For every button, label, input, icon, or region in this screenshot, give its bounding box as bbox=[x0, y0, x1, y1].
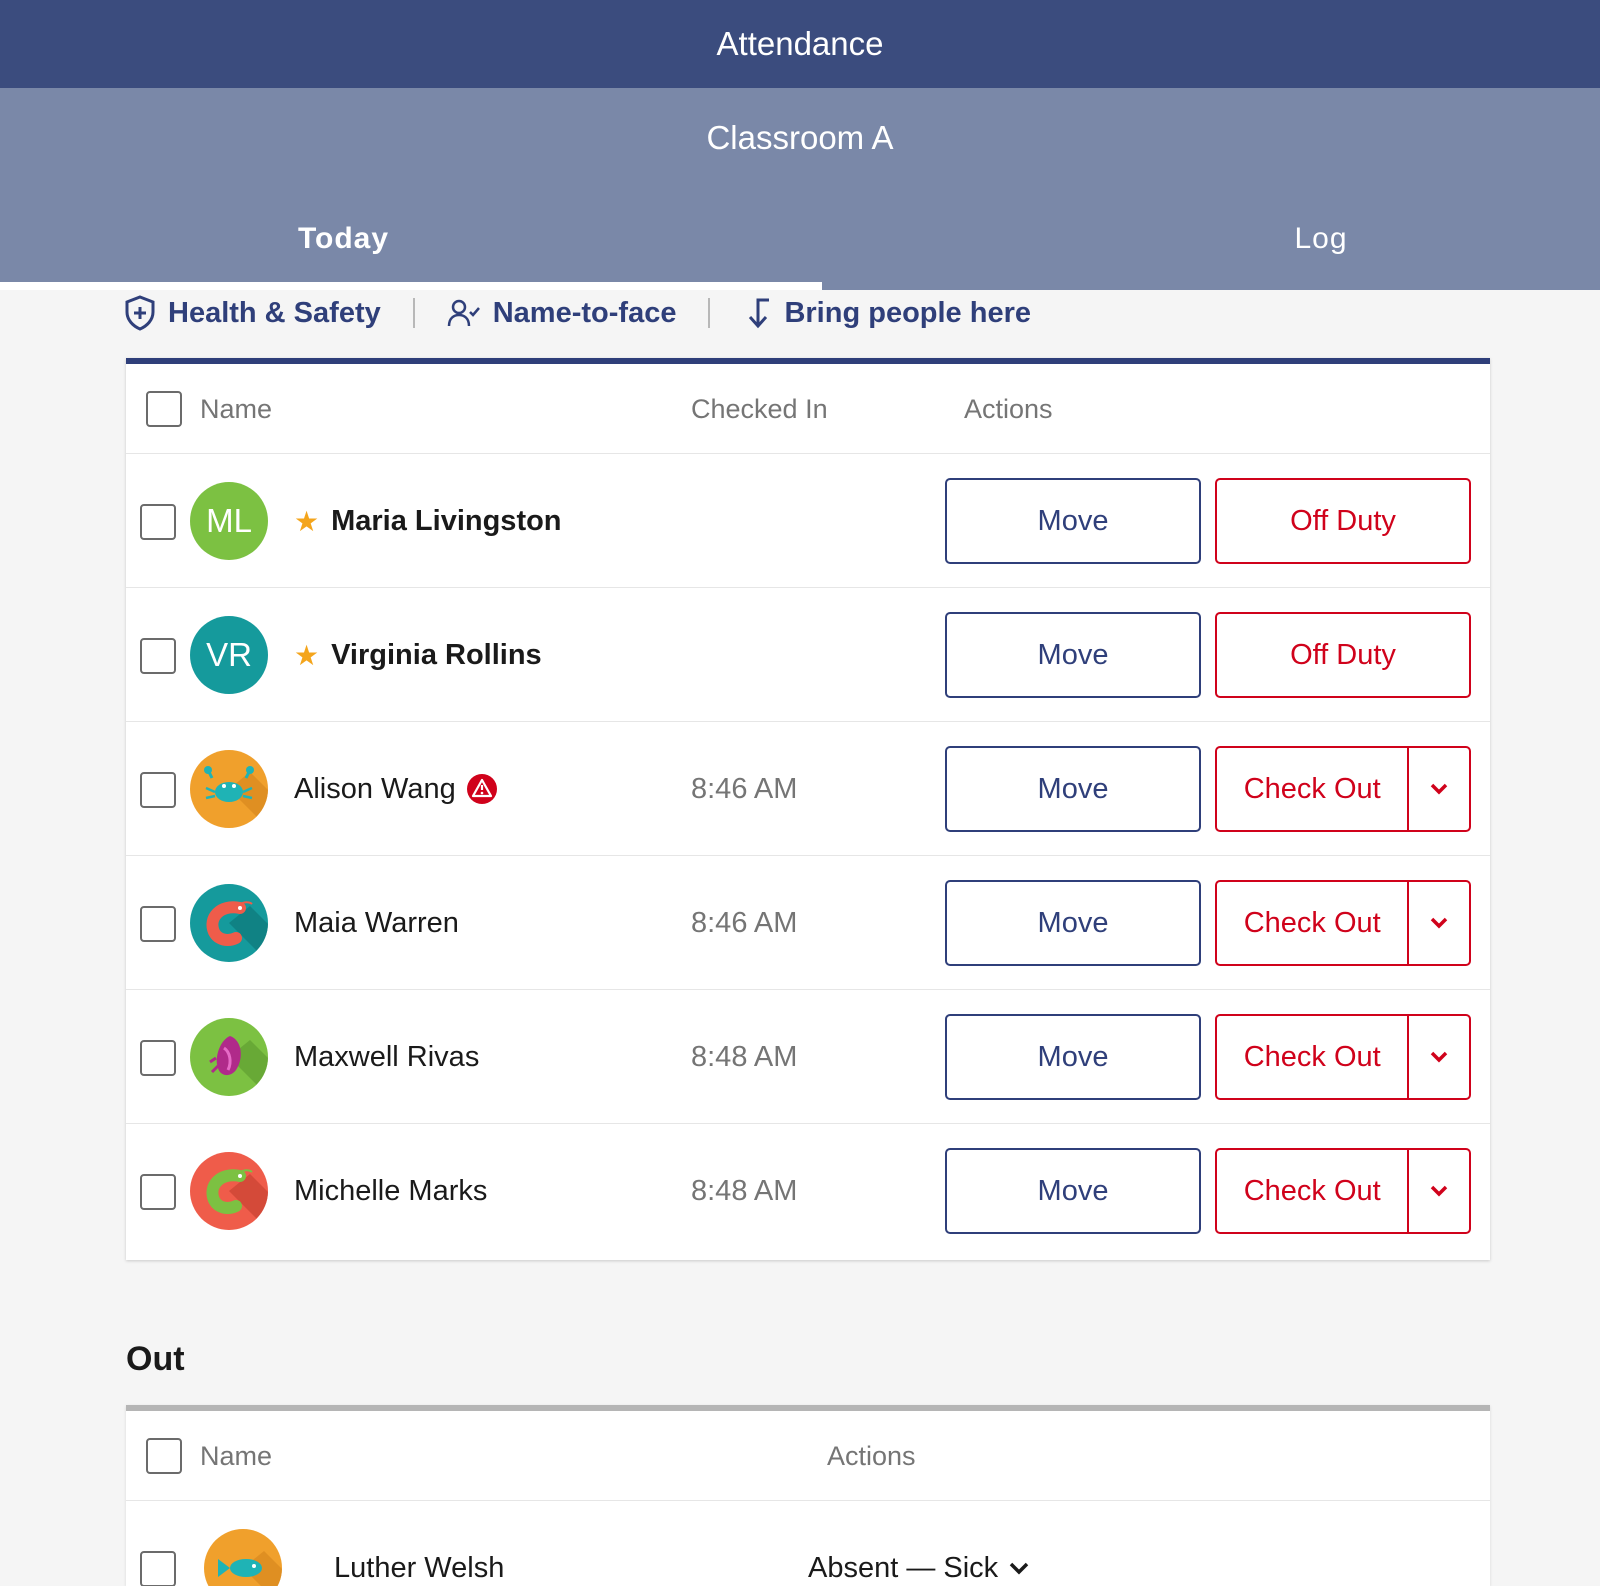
actions-column-header: Actions bbox=[964, 393, 1053, 424]
star-icon: ★ bbox=[294, 639, 320, 671]
table-header: Name Checked In Actions bbox=[126, 364, 1490, 454]
actions-column-header: Actions bbox=[827, 1440, 916, 1471]
chevron-down-icon[interactable] bbox=[1008, 1561, 1030, 1575]
select-all-checkbox[interactable] bbox=[146, 1438, 182, 1474]
name-to-face-link[interactable]: Name-to-face bbox=[447, 297, 676, 330]
name-column-header: Name bbox=[200, 1440, 273, 1471]
table-row: Maia Warren 8:46 AM Move Check Out bbox=[126, 856, 1490, 990]
person-check-icon bbox=[447, 299, 480, 327]
chevron-down-icon[interactable] bbox=[1407, 1150, 1469, 1232]
avatar bbox=[190, 1152, 268, 1230]
off-duty-button[interactable]: Off Duty bbox=[1215, 478, 1471, 564]
app-header: Attendance bbox=[0, 0, 1600, 88]
out-table: Name Actions Luther Welsh Absent — Sick bbox=[126, 1405, 1490, 1586]
move-button[interactable]: Move bbox=[945, 478, 1201, 564]
room-title: Classroom A bbox=[706, 119, 894, 156]
row-checkbox[interactable] bbox=[140, 1551, 176, 1586]
person-name: Maxwell Rivas bbox=[294, 1040, 480, 1073]
tab-log[interactable]: Log bbox=[822, 188, 1600, 290]
check-out-button[interactable]: Check Out bbox=[1215, 880, 1471, 966]
fish-icon bbox=[218, 1551, 282, 1586]
table-row: ML ★ Maria Livingston Move Off Duty bbox=[126, 454, 1490, 588]
name-column-header: Name bbox=[200, 393, 273, 424]
row-checkbox[interactable] bbox=[140, 906, 176, 942]
move-button[interactable]: Move bbox=[945, 746, 1201, 832]
row-checkbox[interactable] bbox=[140, 504, 176, 540]
person-name: Michelle Marks bbox=[294, 1174, 488, 1207]
warning-icon[interactable] bbox=[466, 773, 498, 805]
avatar: VR bbox=[190, 616, 268, 694]
table-row: Michelle Marks 8:48 AM Move Check Out bbox=[126, 1124, 1490, 1258]
person-name: Maia Warren bbox=[294, 906, 459, 939]
check-out-button[interactable]: Check Out bbox=[1215, 1148, 1471, 1234]
check-out-button[interactable]: Check Out bbox=[1215, 1014, 1471, 1100]
active-tab-indicator bbox=[0, 282, 822, 290]
move-button[interactable]: Move bbox=[945, 1148, 1201, 1234]
row-checkbox[interactable] bbox=[140, 772, 176, 808]
table-header: Name Actions bbox=[126, 1411, 1490, 1501]
person-name: Alison Wang bbox=[294, 722, 498, 856]
select-all-checkbox[interactable] bbox=[146, 391, 182, 427]
room-header: Classroom A Today Log bbox=[0, 88, 1600, 290]
tab-today[interactable]: Today bbox=[0, 188, 822, 290]
star-icon: ★ bbox=[294, 505, 320, 537]
chevron-down-icon[interactable] bbox=[1407, 882, 1469, 964]
avatar: ML bbox=[190, 482, 268, 560]
shield-plus-icon bbox=[125, 295, 155, 331]
move-button[interactable]: Move bbox=[945, 880, 1201, 966]
out-section-title: Out bbox=[126, 1340, 185, 1378]
table-row: Luther Welsh Absent — Sick bbox=[126, 1501, 1490, 1586]
person-name: ★ Virginia Rollins bbox=[294, 638, 542, 671]
move-button[interactable]: Move bbox=[945, 1014, 1201, 1100]
checked-in-time: 8:48 AM bbox=[691, 1040, 798, 1073]
avatar bbox=[190, 750, 268, 828]
shrimp-icon bbox=[206, 1169, 268, 1230]
avatar bbox=[204, 1529, 282, 1586]
shell-icon bbox=[209, 1036, 268, 1096]
row-checkbox[interactable] bbox=[140, 1174, 176, 1210]
row-checkbox[interactable] bbox=[140, 638, 176, 674]
checked-in-time: 8:48 AM bbox=[691, 1174, 798, 1207]
table-row: VR ★ Virginia Rollins Move Off Duty bbox=[126, 588, 1490, 722]
crab-icon bbox=[204, 766, 268, 828]
row-checkbox[interactable] bbox=[140, 1040, 176, 1076]
avatar bbox=[190, 1018, 268, 1096]
checked-in-table: Name Checked In Actions ML ★ Maria Livin… bbox=[126, 358, 1490, 1260]
health-safety-link[interactable]: Health & Safety bbox=[124, 295, 381, 331]
app-title: Attendance bbox=[716, 25, 884, 62]
absence-status-dropdown[interactable]: Absent — Sick bbox=[808, 1501, 1030, 1586]
off-duty-button[interactable]: Off Duty bbox=[1215, 612, 1471, 698]
quick-links: Health & Safety Name-to-face Bring peopl… bbox=[124, 292, 1031, 334]
person-name: ★ Maria Livingston bbox=[294, 504, 562, 537]
person-name: Luther Welsh bbox=[334, 1551, 505, 1584]
check-out-button[interactable]: Check Out bbox=[1215, 746, 1471, 832]
chevron-down-icon[interactable] bbox=[1407, 748, 1469, 830]
divider bbox=[708, 298, 711, 328]
shrimp-icon bbox=[206, 901, 268, 962]
table-row: Maxwell Rivas 8:48 AM Move Check Out bbox=[126, 990, 1490, 1124]
arrow-down-turn-icon bbox=[749, 298, 770, 329]
divider bbox=[412, 298, 415, 328]
avatar bbox=[190, 884, 268, 962]
checked-in-column-header: Checked In bbox=[691, 393, 828, 424]
move-button[interactable]: Move bbox=[945, 612, 1201, 698]
chevron-down-icon[interactable] bbox=[1407, 1016, 1469, 1098]
table-row: Alison Wang 8:46 AM Move Check Out bbox=[126, 722, 1490, 856]
checked-in-time: 8:46 AM bbox=[691, 772, 798, 805]
bring-people-link[interactable]: Bring people here bbox=[742, 296, 1031, 330]
checked-in-time: 8:46 AM bbox=[691, 906, 798, 939]
